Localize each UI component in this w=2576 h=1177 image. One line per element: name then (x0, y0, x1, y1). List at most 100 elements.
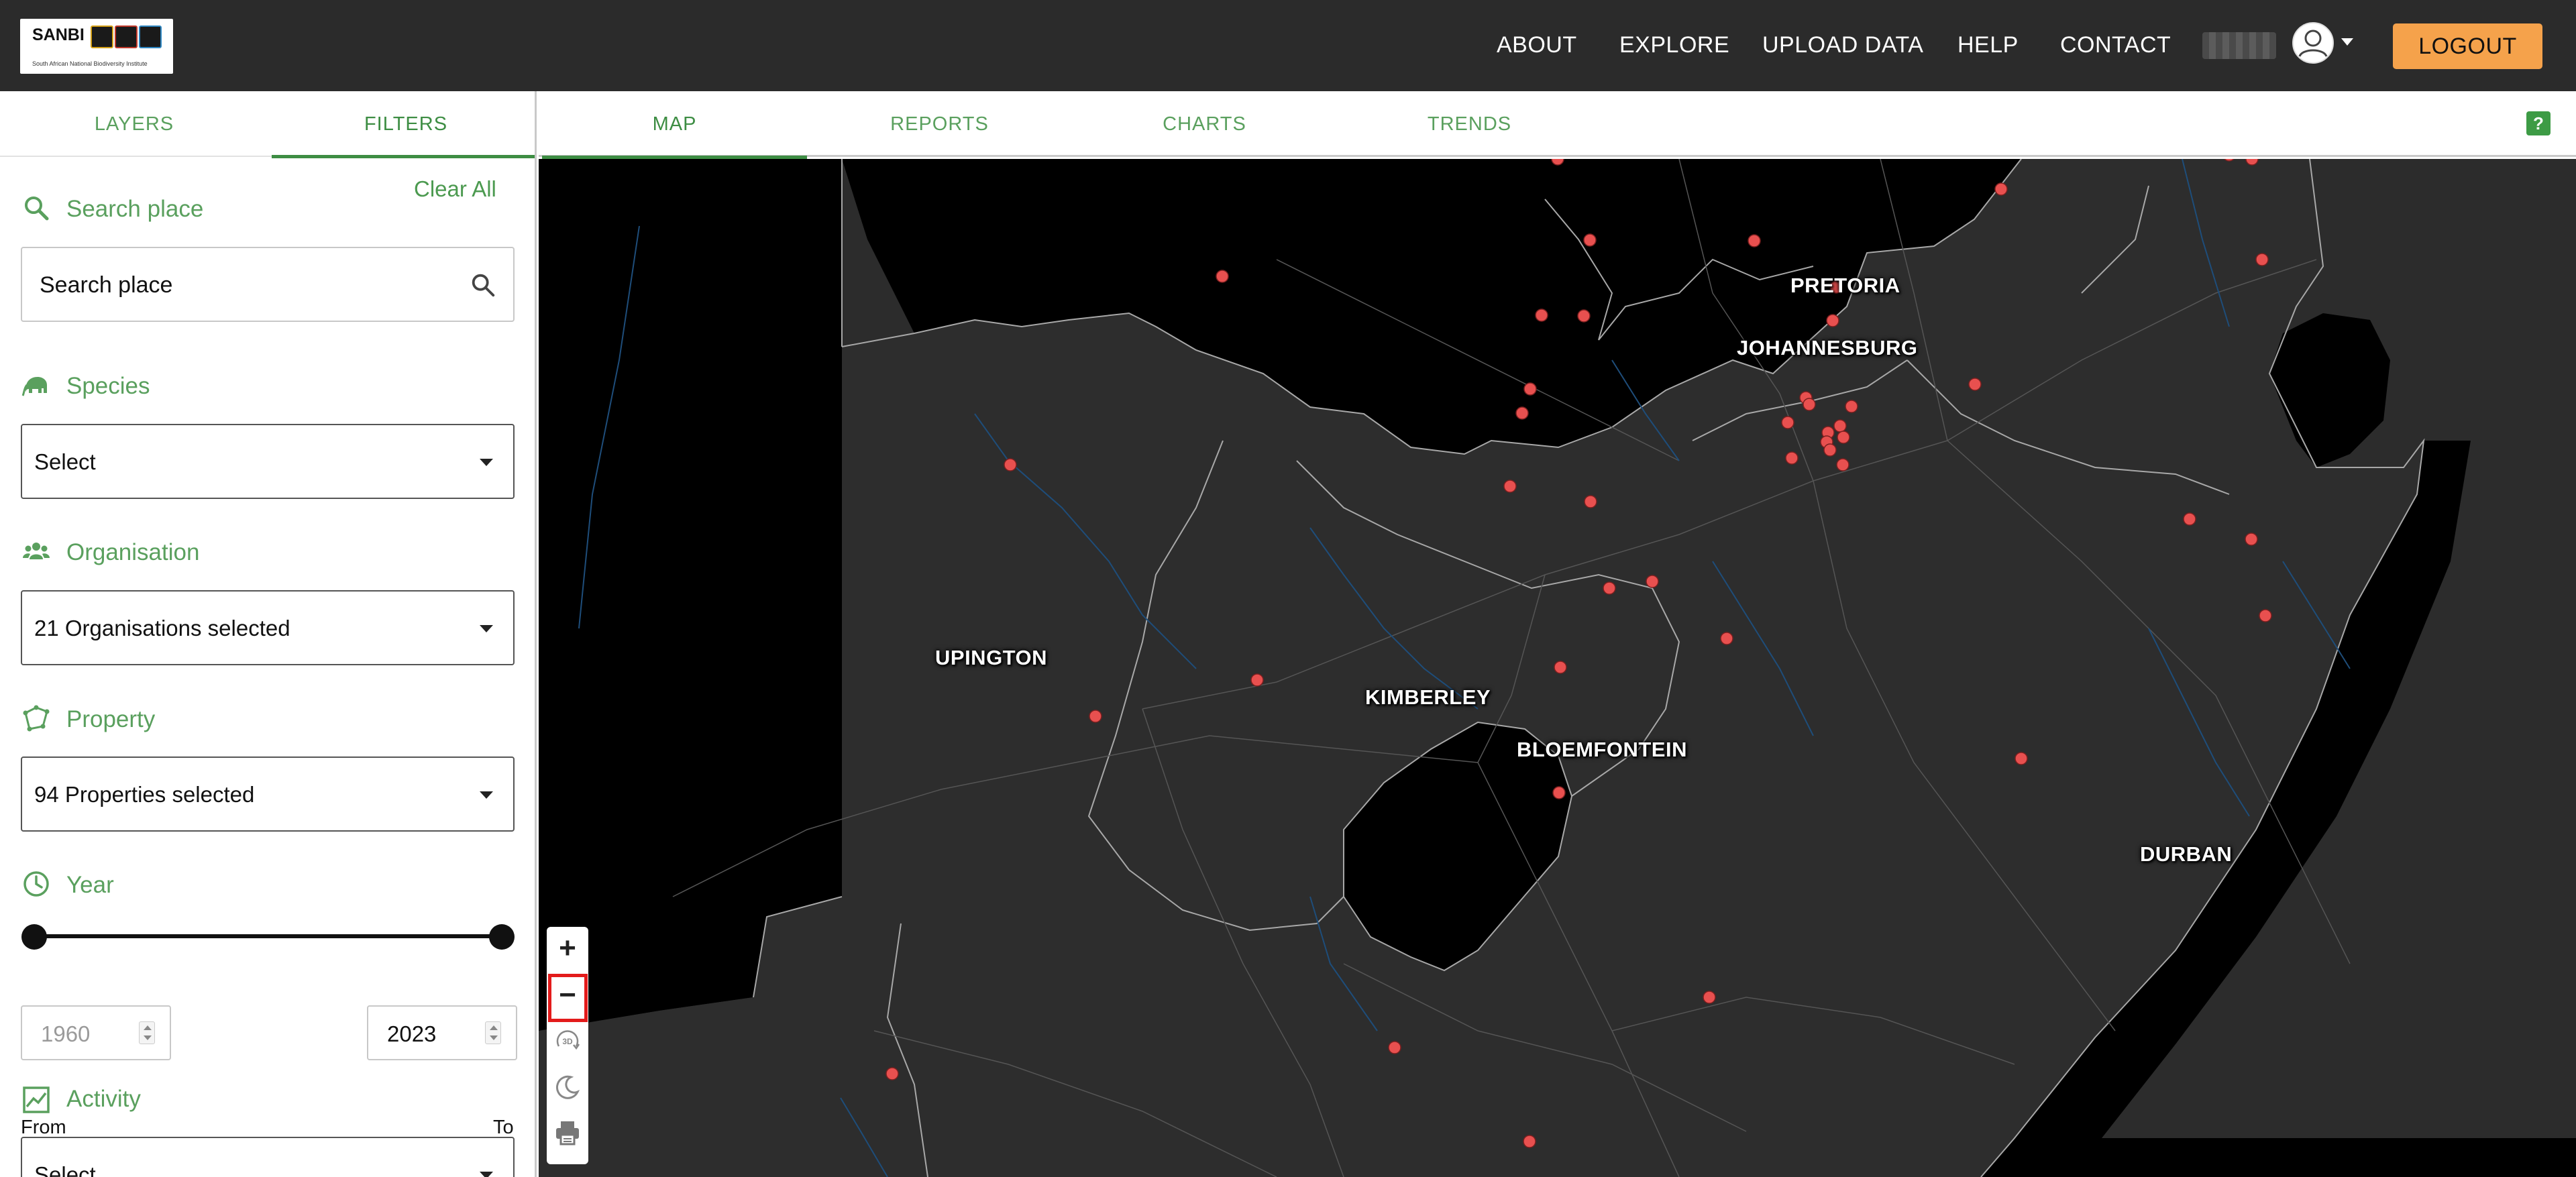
city-label-kimberley: KIMBERLEY (1365, 685, 1491, 709)
left-tabs: LAYERS FILTERS (0, 91, 535, 158)
chevron-down-icon (480, 1172, 493, 1177)
tab-trends[interactable]: TRENDS (1337, 91, 1602, 157)
city-label-upington: UPINGTON (935, 646, 1048, 669)
observation-point (1823, 443, 1837, 457)
map-canvas[interactable]: PRETORIA JOHANNESBURG UPINGTON KIMBERLEY… (539, 159, 2576, 1177)
year-to-value: 2023 (387, 1021, 437, 1046)
top-navigation-bar: SANBI South African National Biodiversit… (0, 0, 2576, 91)
observation-point (1523, 1135, 1536, 1148)
activity-select-value: Select (34, 1162, 96, 1177)
namibia-area (539, 159, 842, 1031)
clear-all-button[interactable]: Clear All (414, 176, 496, 202)
tab-map[interactable]: MAP (542, 91, 807, 159)
city-label-pretoria: PRETORIA (1790, 274, 1900, 297)
year-range-track[interactable] (34, 934, 501, 938)
activity-select[interactable]: Select (21, 1137, 515, 1177)
year-from-stepper-icon[interactable] (139, 1021, 155, 1044)
user-avatar-icon[interactable] (2292, 21, 2334, 64)
nav-upload-data[interactable]: UPLOAD DATA (1762, 32, 1923, 58)
organisation-select-value: 21 Organisations selected (34, 616, 290, 640)
nav-help[interactable]: HELP (1957, 32, 2019, 58)
observation-point (1535, 309, 1548, 322)
search-place-input[interactable]: Search place (21, 247, 515, 322)
observation-point (1781, 416, 1794, 429)
observation-point (1523, 382, 1537, 396)
organisation-select[interactable]: 21 Organisations selected (21, 590, 515, 665)
observation-point (1968, 378, 1982, 391)
nav-explore[interactable]: EXPLORE (1619, 32, 1729, 58)
search-icon (25, 197, 49, 221)
year-label: Year (66, 872, 114, 898)
chevron-down-icon (480, 625, 493, 632)
property-polygon-icon (23, 705, 50, 732)
observation-point (1388, 1041, 1401, 1054)
observation-point (1584, 495, 1597, 508)
search-place-placeholder: Search place (40, 272, 173, 298)
species-select[interactable]: Select (21, 424, 515, 499)
year-from-input[interactable]: 1960 (21, 1005, 171, 1060)
observation-point (1004, 458, 1017, 471)
property-select-value: 94 Properties selected (34, 782, 255, 807)
property-select[interactable]: 94 Properties selected (21, 756, 515, 832)
left-panel: LAYERS FILTERS Clear All Search place Se… (0, 91, 537, 1177)
zoom-out-highlight-box (548, 974, 588, 1022)
observation-point (1583, 233, 1597, 247)
observation-point (1089, 710, 1102, 723)
observation-point (1845, 400, 1858, 413)
clock-icon (23, 871, 49, 897)
city-label-bloemfontein: BLOEMFONTEIN (1517, 738, 1687, 761)
observation-point (1703, 991, 1716, 1004)
sanbi-logo[interactable]: SANBI South African National Biodiversit… (20, 19, 173, 74)
zoom-in-button[interactable]: + (547, 927, 588, 971)
print-icon[interactable] (553, 1119, 582, 1147)
chevron-down-icon (480, 459, 493, 466)
year-range-end-handle[interactable] (489, 924, 515, 950)
year-range-start-handle[interactable] (21, 924, 47, 950)
logo-tile-3 (139, 25, 162, 48)
username-redacted (2202, 32, 2276, 59)
activity-label: Activity (66, 1086, 141, 1112)
observation-point (1826, 314, 1839, 327)
year-to-input[interactable]: 2023 (367, 1005, 517, 1060)
observation-point (1577, 309, 1591, 323)
help-button[interactable]: ? (2526, 111, 2551, 135)
year-to-stepper-icon[interactable] (485, 1021, 501, 1044)
tab-reports[interactable]: REPORTS (807, 91, 1072, 157)
logo-tile-2 (115, 25, 138, 48)
observation-point (1803, 398, 1816, 411)
logo-subtitle: South African National Biodiversity Inst… (32, 60, 148, 67)
tab-layers[interactable]: LAYERS (0, 91, 268, 157)
nav-about[interactable]: ABOUT (1497, 32, 1577, 58)
observation-point (1250, 673, 1264, 687)
species-label: Species (66, 373, 150, 399)
logout-button[interactable]: LOGOUT (2393, 23, 2542, 69)
content-tabs: MAP REPORTS CHARTS TRENDS (539, 91, 2576, 159)
elephant-icon (21, 377, 47, 396)
chevron-down-icon (480, 791, 493, 799)
map-base-svg (539, 159, 2576, 1177)
observation-point (1837, 431, 1850, 444)
observation-point (2245, 533, 2258, 546)
search-input-icon[interactable] (469, 271, 497, 299)
logo-tile-1 (91, 25, 113, 48)
year-to-label: To (493, 1117, 514, 1138)
dark-mode-moon-icon[interactable] (553, 1073, 582, 1101)
observation-point (1603, 581, 1616, 595)
property-label: Property (66, 706, 156, 732)
observation-point (1994, 182, 2008, 196)
observation-point (885, 1067, 899, 1080)
tab-charts[interactable]: CHARTS (1072, 91, 1337, 157)
observation-point (1836, 458, 1849, 471)
logo-title: SANBI (32, 25, 85, 44)
user-menu-chevron-icon[interactable] (2341, 38, 2353, 46)
tab-filters[interactable]: FILTERS (272, 91, 535, 158)
rotate-3d-icon[interactable]: 3D (553, 1027, 582, 1056)
three-d-label: 3D (562, 1037, 573, 1046)
nav-contact[interactable]: CONTACT (2060, 32, 2171, 58)
observation-point (1646, 575, 1659, 588)
search-place-label: Search place (66, 196, 204, 222)
city-label-johannesburg: JOHANNESBURG (1737, 336, 1918, 359)
observation-point (1833, 419, 1847, 433)
organisation-label: Organisation (66, 539, 200, 565)
observation-point (1554, 661, 1567, 674)
